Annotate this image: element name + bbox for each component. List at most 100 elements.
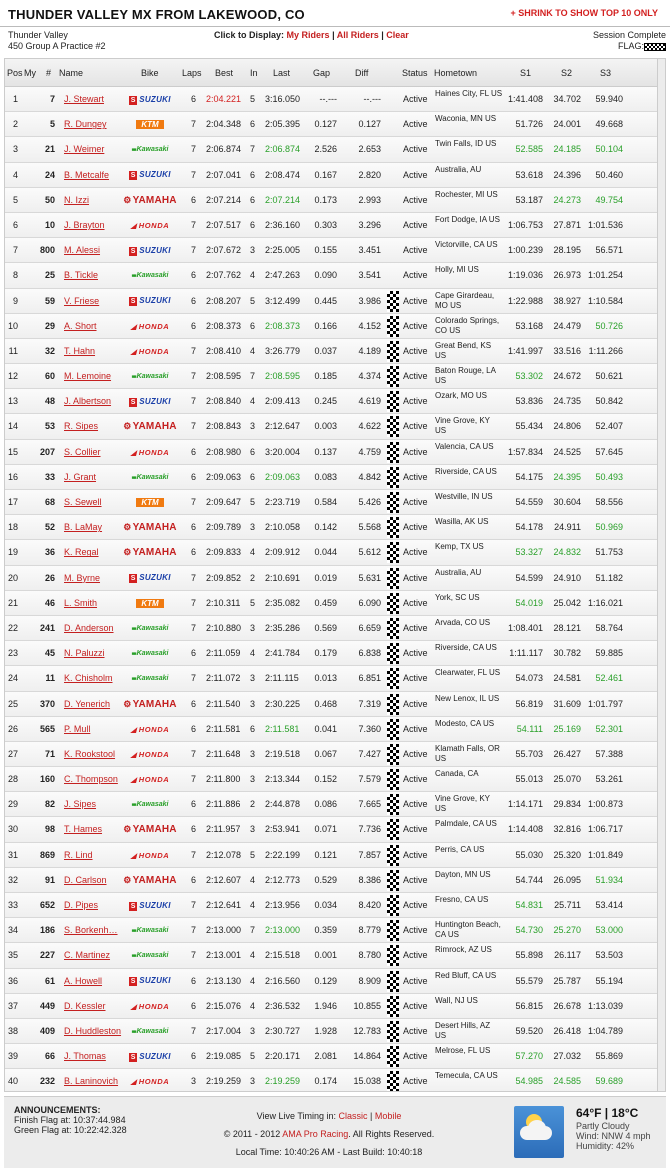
col-bike[interactable]: Bike <box>141 68 159 78</box>
table-row[interactable]: 17 68 S. Sewell KTM 7 2:09.647 5 2:23.719 0.584 5… <box>5 490 665 516</box>
table-row[interactable]: 19 36 K. Regal YAMAHA 6 2:09.833 4 2:09.912 0.04… <box>5 540 665 566</box>
col-pos[interactable]: Pos <box>7 68 23 78</box>
table-row[interactable]: 20 26 M. Byrne SUZUKI 7 2:09.852 2 2:10.691 0.01… <box>5 565 665 591</box>
table-row[interactable]: 13 48 J. Albertson SUZUKI 7 2:08.840 4 2:09.413… <box>5 389 665 415</box>
table-row[interactable]: 1 7 J. Stewart SUZUKI 6 2:04.221 5 3:16.050 --.-… <box>5 87 665 113</box>
table-row[interactable]: 29 82 J. Sipes Kawasaki 6 2:11.886 2 2:44.878 0.… <box>5 792 665 818</box>
rider-name-link[interactable]: V. Friese <box>64 296 99 306</box>
my-riders-link[interactable]: My Riders <box>287 30 330 40</box>
col-laps[interactable]: Laps <box>182 68 202 78</box>
rider-name-link[interactable]: D. Kessler <box>64 1001 106 1011</box>
rider-name-link[interactable]: S. Collier <box>64 447 101 457</box>
table-row[interactable]: 15 207 S. Collier HONDA 6 2:08.980 6 3:20.004 0.… <box>5 439 665 465</box>
table-row[interactable]: 35 227 C. Martinez Kawasaki 7 2:13.001 4 2:15.5… <box>5 943 665 969</box>
table-row[interactable]: 18 52 B. LaMay YAMAHA 6 2:09.789 3 2:10.058 0.14… <box>5 515 665 541</box>
rider-name-link[interactable]: R. Dungey <box>64 119 107 129</box>
rider-name-link[interactable]: J. Albertson <box>64 396 111 406</box>
scrollbar[interactable] <box>657 59 665 1091</box>
mobile-link[interactable]: Mobile <box>375 1111 402 1121</box>
table-row[interactable]: 3 21 J. Weimer Kawasaki 7 2:06.874 7 2:06.874 2.… <box>5 137 665 163</box>
rider-name-link[interactable]: L. Smith <box>64 598 97 608</box>
rider-name-link[interactable]: K. Regal <box>64 547 99 557</box>
rider-name-link[interactable]: J. Grant <box>64 472 96 482</box>
rider-name-link[interactable]: D. Yenerich <box>64 699 110 709</box>
classic-link[interactable]: Classic <box>339 1111 368 1121</box>
rider-name-link[interactable]: N. Paluzzi <box>64 648 105 658</box>
rider-name-link[interactable]: P. Mull <box>64 724 90 734</box>
rider-name-link[interactable]: A. Short <box>64 321 97 331</box>
rider-name-link[interactable]: M. Lemoine <box>64 371 111 381</box>
col-hometown[interactable]: Hometown <box>434 68 477 78</box>
col-last[interactable]: Last <box>273 68 290 78</box>
table-row[interactable]: 25 370 D. Yenerich YAMAHA 6 2:11.540 3 2:30.225… <box>5 691 665 717</box>
table-row[interactable]: 30 98 T. Hames YAMAHA 6 2:11.957 3 2:53.941 0.07… <box>5 817 665 843</box>
table-row[interactable]: 12 60 M. Lemoine Kawasaki 7 2:08.595 7 2:08.595… <box>5 364 665 390</box>
col-s3[interactable]: S3 <box>600 68 611 78</box>
rider-name-link[interactable]: D. Huddleston <box>64 1026 121 1036</box>
table-row[interactable]: 9 59 V. Friese SUZUKI 6 2:08.207 5 3:12.499 0.44… <box>5 288 665 314</box>
rider-name-link[interactable]: C. Thompson <box>64 774 118 784</box>
rider-name-link[interactable]: J. Weimer <box>64 144 104 154</box>
table-row[interactable]: 7 800 M. Alessi SUZUKI 7 2:07.672 3 2:25.005 0.1… <box>5 238 665 264</box>
rider-name-link[interactable]: J. Thomas <box>64 1051 106 1061</box>
col-gap[interactable]: Gap <box>313 68 330 78</box>
rider-name-link[interactable]: J. Brayton <box>64 220 105 230</box>
rider-name-link[interactable]: R. Sipes <box>64 421 98 431</box>
col-s1[interactable]: S1 <box>520 68 531 78</box>
table-row[interactable]: 5 50 N. Izzi YAMAHA 6 2:07.214 6 2:07.214 0.173 2… <box>5 187 665 213</box>
rider-name-link[interactable]: R. Lind <box>64 850 93 860</box>
all-riders-link[interactable]: All Riders <box>337 30 379 40</box>
ama-pro-racing-link[interactable]: AMA Pro Racing <box>282 1129 348 1139</box>
table-row[interactable]: 39 66 J. Thomas SUZUKI 6 2:19.085 5 2:20.171 2.0… <box>5 1044 665 1070</box>
table-row[interactable]: 24 11 K. Chisholm Kawasaki 7 2:11.072 3 2:11.11… <box>5 666 665 692</box>
col-in[interactable]: In <box>250 68 258 78</box>
table-row[interactable]: 23 45 N. Paluzzi Kawasaki 6 2:11.059 4 2:41.784… <box>5 641 665 667</box>
col-num[interactable]: # <box>46 68 51 78</box>
table-row[interactable]: 37 449 D. Kessler HONDA 6 2:15.076 4 2:36.532 1.… <box>5 993 665 1019</box>
col-best[interactable]: Best <box>215 68 233 78</box>
table-row[interactable]: 27 71 K. Rookstool HONDA 7 2:11.648 3 2:19.518 0… <box>5 741 665 768</box>
rider-name-link[interactable]: J. Stewart <box>64 94 104 104</box>
table-row[interactable]: 33 652 D. Pipes SUZUKI 7 2:12.641 4 2:13.956 0.0… <box>5 893 665 919</box>
table-row[interactable]: 26 565 P. Mull HONDA 6 2:11.581 6 2:11.581 0.041… <box>5 716 665 742</box>
rider-name-link[interactable]: M. Alessi <box>64 245 100 255</box>
table-row[interactable]: 16 33 J. Grant Kawasaki 6 2:09.063 6 2:09.063 0.… <box>5 464 665 490</box>
rider-name-link[interactable]: D. Anderson <box>64 623 114 633</box>
table-row[interactable]: 38 409 D. Huddleston Kawasaki 7 2:17.004 3 2:30… <box>5 1018 665 1045</box>
table-row[interactable]: 34 186 S. Borkenh… Kawasaki 7 2:13.000 7 2:13.0… <box>5 918 665 944</box>
rider-name-link[interactable]: D. Carlson <box>64 875 107 885</box>
col-status[interactable]: Status <box>402 68 428 78</box>
rider-name-link[interactable]: B. Laninovich <box>64 1076 118 1086</box>
table-row[interactable]: 10 29 A. Short HONDA 6 2:08.373 6 2:08.373 0.166… <box>5 313 665 339</box>
table-row[interactable]: 22 241 D. Anderson Kawasaki 7 2:10.880 3 2:35.2… <box>5 615 665 642</box>
table-row[interactable]: 6 10 J. Brayton HONDA 7 2:07.517 6 2:36.160 0.30… <box>5 212 665 239</box>
table-row[interactable]: 11 32 T. Hahn HONDA 7 2:08.410 4 3:26.779 0.037 4… <box>5 338 665 365</box>
table-row[interactable]: 31 869 R. Lind HONDA 7 2:12.078 5 2:22.199 0.121… <box>5 842 665 868</box>
rider-name-link[interactable]: A. Howell <box>64 976 102 986</box>
col-my[interactable]: My <box>24 68 36 78</box>
table-row[interactable]: 32 91 D. Carlson YAMAHA 6 2:12.607 4 2:12.773 0.… <box>5 867 665 893</box>
shrink-top10-link[interactable]: + SHRINK TO SHOW TOP 10 ONLY <box>511 8 658 18</box>
table-row[interactable]: 4 24 B. Metcalfe SUZUKI 7 2:07.041 6 2:08.474 0.… <box>5 162 665 188</box>
rider-name-link[interactable]: J. Sipes <box>64 799 96 809</box>
table-row[interactable]: 2 5 R. Dungey KTM 7 2:04.348 6 2:05.395 0.127 0.1… <box>5 112 665 138</box>
table-row[interactable]: 36 61 A. Howell SUZUKI 6 2:13.130 4 2:16.560 0.1… <box>5 968 665 994</box>
rider-name-link[interactable]: K. Chisholm <box>64 673 113 683</box>
rider-name-link[interactable]: B. Tickle <box>64 270 98 280</box>
rider-name-link[interactable]: C. Martinez <box>64 950 110 960</box>
table-row[interactable]: 21 46 L. Smith KTM 7 2:10.311 5 2:35.082 0.459 6.… <box>5 590 665 616</box>
rider-name-link[interactable]: D. Pipes <box>64 900 98 910</box>
rider-name-link[interactable]: B. LaMay <box>64 522 102 532</box>
rider-name-link[interactable]: T. Hahn <box>64 346 95 356</box>
table-row[interactable]: 14 53 R. Sipes YAMAHA 7 2:08.843 3 2:12.647 0.00… <box>5 414 665 440</box>
table-row[interactable]: 28 160 C. Thompson HONDA 7 2:11.800 3 2:13.344 0… <box>5 767 665 793</box>
col-name[interactable]: Name <box>59 68 83 78</box>
rider-name-link[interactable]: B. Metcalfe <box>64 170 109 180</box>
rider-name-link[interactable]: S. Borkenh… <box>64 925 118 935</box>
col-diff[interactable]: Diff <box>355 68 368 78</box>
rider-name-link[interactable]: M. Byrne <box>64 573 100 583</box>
rider-name-link[interactable]: K. Rookstool <box>64 749 115 759</box>
rider-name-link[interactable]: T. Hames <box>64 824 102 834</box>
rider-name-link[interactable]: N. Izzi <box>64 195 89 205</box>
rider-name-link[interactable]: S. Sewell <box>64 497 102 507</box>
